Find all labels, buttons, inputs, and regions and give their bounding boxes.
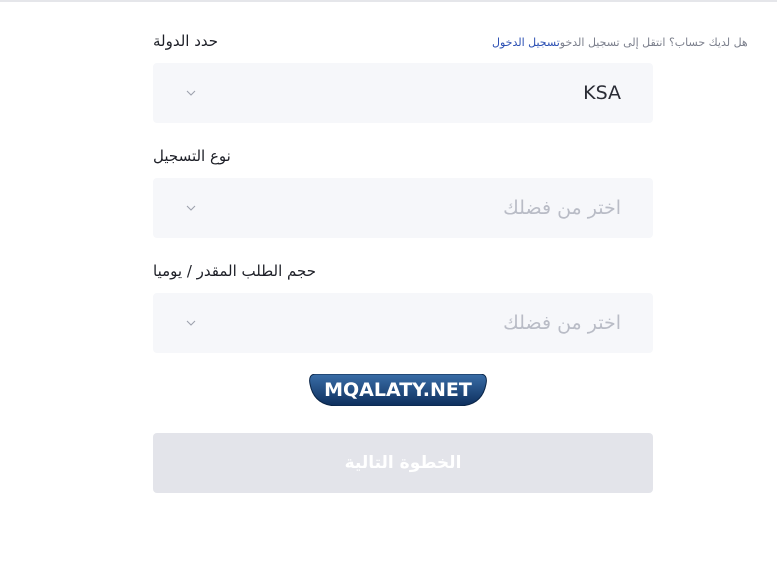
login-hint-text: هل لديك حساب؟ انتقل إلى تسجيل الدخو xyxy=(559,36,748,49)
registration-type-label: نوع التسجيل xyxy=(153,147,231,165)
country-value: KSA xyxy=(583,82,621,104)
next-step-button[interactable]: الخطوة التالية xyxy=(153,433,653,493)
watermark-logo: MQALATY.NET xyxy=(309,374,487,406)
chevron-down-icon xyxy=(185,202,197,214)
chevron-down-icon xyxy=(185,87,197,99)
chevron-down-icon xyxy=(185,317,197,329)
country-select[interactable]: KSA xyxy=(153,63,653,123)
registration-type-placeholder: اختر من فضلك xyxy=(503,197,621,219)
login-link[interactable]: تسجيل الدخول xyxy=(492,36,560,49)
daily-volume-label: حجم الطلب المقدر / يوميا xyxy=(153,262,316,280)
daily-volume-placeholder: اختر من فضلك xyxy=(503,312,621,334)
login-hint: هل لديك حساب؟ انتقل إلى تسجيل الدخوتسجيل… xyxy=(492,36,748,49)
daily-volume-select[interactable]: اختر من فضلك xyxy=(153,293,653,353)
top-divider xyxy=(0,0,777,2)
registration-type-select[interactable]: اختر من فضلك xyxy=(153,178,653,238)
watermark-text: MQALATY.NET xyxy=(324,379,472,401)
country-label: حدد الدولة xyxy=(153,32,219,50)
